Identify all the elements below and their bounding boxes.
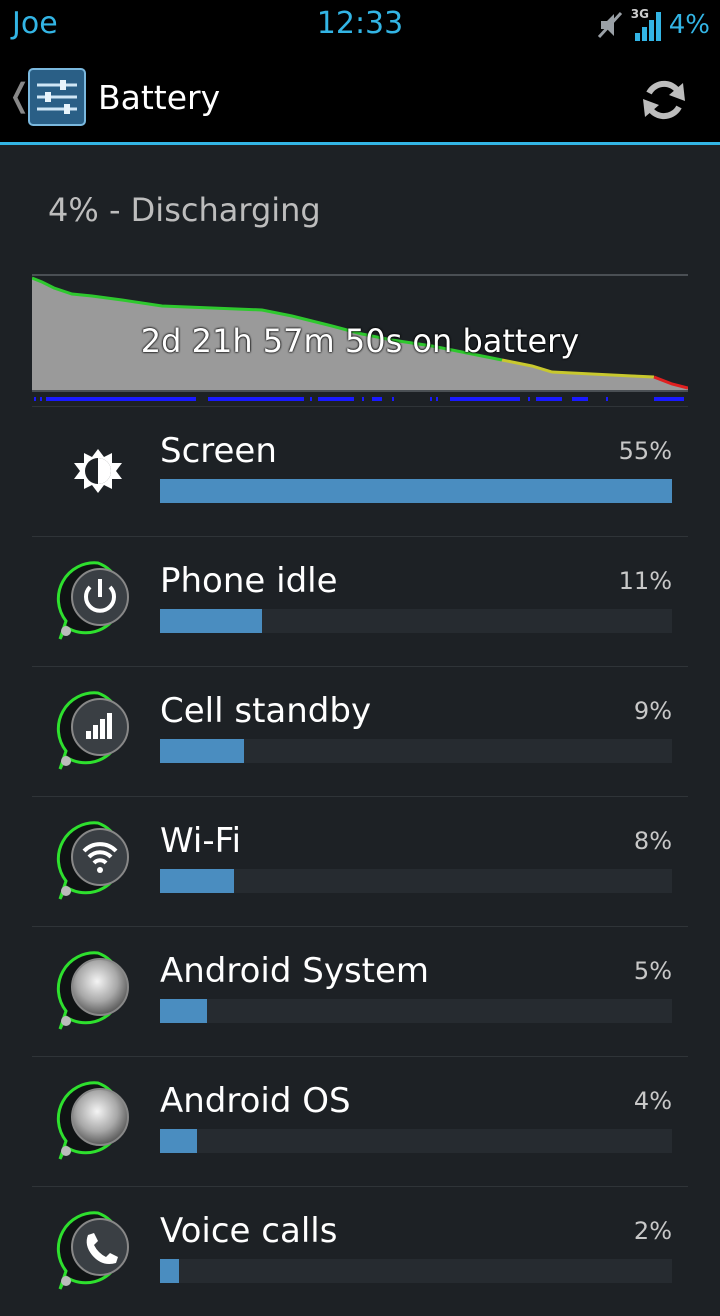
android-system-icon: [52, 945, 144, 1037]
usage-bar: [160, 869, 672, 893]
battery-percent: 4%: [668, 10, 710, 40]
usage-bar: [160, 999, 672, 1023]
usage-row-voice-calls[interactable]: Voice calls 2%: [32, 1186, 688, 1316]
usage-bar: [160, 479, 672, 503]
usage-percent: 8%: [633, 827, 672, 855]
signal-icon: 3G: [631, 7, 663, 43]
usage-bar: [160, 1129, 672, 1153]
power-icon: [52, 555, 144, 647]
mute-icon: [595, 9, 625, 41]
usage-percent: 9%: [633, 697, 672, 725]
usage-name: Voice calls: [160, 1211, 338, 1251]
time-on-battery-label: 2d 21h 57m 50s on battery: [140, 322, 580, 360]
usage-bar-fill: [160, 869, 235, 893]
usage-row-screen[interactable]: Screen 55%: [32, 406, 688, 536]
android-os-icon: [52, 1075, 144, 1167]
usage-bar-fill: [160, 999, 207, 1023]
usage-name: Screen: [160, 431, 277, 471]
usage-bar-fill: [160, 739, 244, 763]
status-bar: Joe 12:33 3G 4%: [0, 0, 720, 50]
usage-percent: 5%: [633, 957, 672, 985]
usage-row-wifi[interactable]: Wi-Fi 8%: [32, 796, 688, 926]
cell-signal-icon: [52, 685, 144, 777]
usage-bar-fill: [160, 609, 263, 633]
refresh-button[interactable]: [632, 70, 696, 130]
usage-percent: 55%: [618, 437, 672, 465]
refresh-icon: [643, 80, 685, 120]
usage-name: Phone idle: [160, 561, 338, 601]
usage-percent: 4%: [633, 1087, 672, 1115]
usage-row-android-system[interactable]: Android System 5%: [32, 926, 688, 1056]
usage-name: Wi-Fi: [160, 821, 242, 861]
status-icons: 3G 4%: [595, 4, 710, 46]
usage-name: Cell standby: [160, 691, 372, 731]
usage-list: Screen 55% Phone idle 11% Cell standby 9…: [32, 406, 688, 1316]
usage-bar-fill: [160, 1129, 198, 1153]
brightness-icon: [52, 425, 144, 517]
wifi-icon: [52, 815, 144, 907]
usage-percent: 11%: [618, 567, 672, 595]
usage-row-cell-standby[interactable]: Cell standby 9%: [32, 666, 688, 796]
usage-bar-fill: [160, 1259, 179, 1283]
action-bar: ❬ Battery: [0, 50, 720, 145]
usage-name: Android OS: [160, 1081, 351, 1121]
usage-bar: [160, 739, 672, 763]
battery-status-summary: 4% - Discharging: [48, 191, 321, 229]
usage-row-android-os[interactable]: Android OS 4%: [32, 1056, 688, 1186]
usage-bar-fill: [160, 479, 672, 503]
usage-bar: [160, 609, 672, 633]
page-title: Battery: [98, 78, 221, 117]
settings-sliders-icon[interactable]: [28, 68, 86, 126]
phone-icon: [52, 1205, 144, 1297]
usage-percent: 2%: [633, 1217, 672, 1245]
usage-bar: [160, 1259, 672, 1283]
battery-history-graph[interactable]: 2d 21h 57m 50s on battery: [31, 274, 689, 406]
usage-name: Android System: [160, 951, 430, 991]
usage-row-phone-idle[interactable]: Phone idle 11%: [32, 536, 688, 666]
